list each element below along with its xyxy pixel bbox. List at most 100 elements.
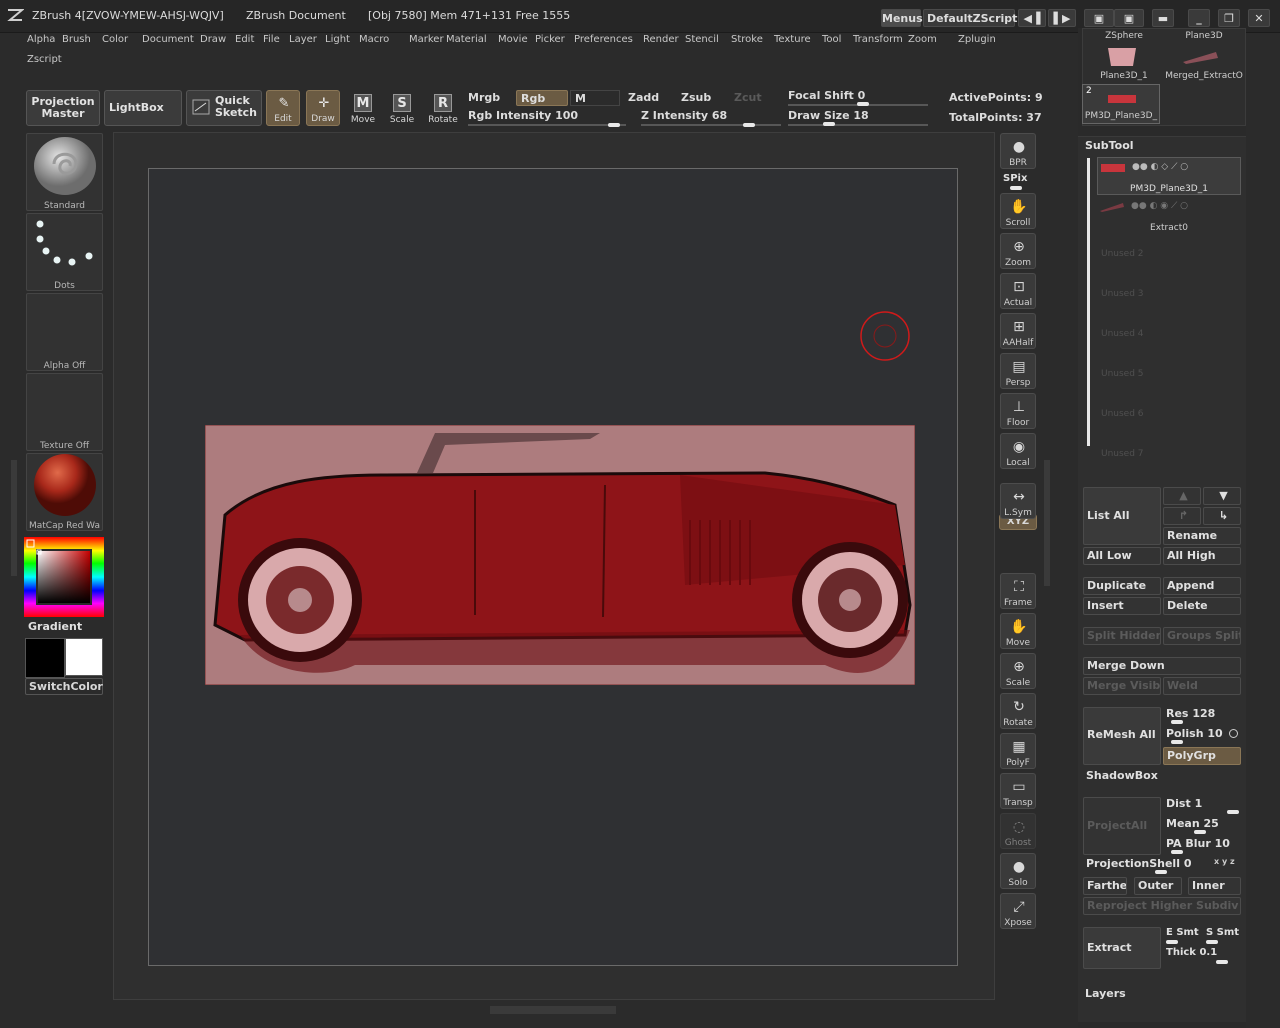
move-tool-button[interactable]: M Move <box>346 90 380 126</box>
unused-subtool-slot[interactable]: Unused 5 <box>1101 369 1144 379</box>
all-high-button[interactable]: All High <box>1163 547 1241 565</box>
menu-movie[interactable]: Movie <box>498 34 528 45</box>
layout-icon[interactable]: ▣ <box>1084 9 1114 27</box>
solo-button[interactable]: ● Solo <box>1000 853 1036 889</box>
close-icon[interactable]: ✕ <box>1248 9 1270 27</box>
transp-button[interactable]: ▭ Transp <box>1000 773 1036 809</box>
thick-slider-knob[interactable] <box>1216 960 1228 964</box>
menu-layer[interactable]: Layer <box>289 34 317 45</box>
left-tray-handle[interactable] <box>11 460 17 576</box>
unused-subtool-slot[interactable]: Unused 2 <box>1101 249 1144 259</box>
draw-tool-button[interactable]: ✛ Draw <box>306 90 340 126</box>
menu-texture[interactable]: Texture <box>774 34 811 45</box>
move-up-icon[interactable]: ▲ <box>1163 487 1201 505</box>
move-down-icon[interactable]: ▼ <box>1203 487 1241 505</box>
default-zscript-button[interactable]: DefaultZScript <box>923 9 1017 27</box>
menu-render[interactable]: Render <box>643 34 679 45</box>
xpose-button[interactable]: ⤢ Xpose <box>1000 893 1036 929</box>
frame-button[interactable]: ⛶ Frame <box>1000 573 1036 609</box>
unused-subtool-slot[interactable]: Unused 3 <box>1101 289 1144 299</box>
minimize-icon[interactable]: _ <box>1188 9 1210 27</box>
merge-visible-button[interactable]: Merge Visible <box>1083 677 1161 695</box>
restore-icon[interactable]: ❐ <box>1218 9 1240 27</box>
rotate-tool-button[interactable]: R Rotate <box>426 90 460 126</box>
brush-thumbnail[interactable]: Standard <box>26 133 103 211</box>
local-button[interactable]: ◉ Local <box>1000 433 1036 469</box>
menu-zplugin[interactable]: Zplugin <box>958 34 996 45</box>
alpha-thumbnail[interactable]: Alpha Off <box>26 293 103 371</box>
menu-macro[interactable]: Macro <box>359 34 389 45</box>
z-intensity-knob[interactable] <box>743 123 755 127</box>
menu-tool[interactable]: Tool <box>822 34 841 45</box>
menus-button[interactable]: Menus <box>881 9 923 27</box>
spix-label[interactable]: SPix <box>1003 173 1027 184</box>
material-thumbnail[interactable]: MatCap Red Wa <box>26 453 103 531</box>
xyz-small-label[interactable]: x y z <box>1214 857 1235 866</box>
scroll-button[interactable]: ✋ Scroll <box>1000 193 1036 229</box>
unused-subtool-slot[interactable]: Unused 6 <box>1101 409 1144 419</box>
outer-button[interactable]: Outer <box>1134 877 1182 895</box>
mean-slider-knob[interactable] <box>1194 830 1206 834</box>
subtool-title[interactable]: SubTool <box>1085 139 1134 152</box>
menu-light[interactable]: Light <box>325 34 350 45</box>
groups-split-button[interactable]: Groups Split <box>1163 627 1241 645</box>
subtool-visibility-icons[interactable]: ●● ◐ ◇ ⟋ ○ <box>1132 162 1188 172</box>
aahalf-button[interactable]: ⊞ AAHalf <box>1000 313 1036 349</box>
polish-slider-knob[interactable] <box>1171 740 1183 744</box>
floor-button[interactable]: ⊥ Floor <box>1000 393 1036 429</box>
layers-panel-title[interactable]: Layers <box>1085 987 1126 1000</box>
menu-brush[interactable]: Brush <box>62 34 91 45</box>
reproject-button[interactable]: Reproject Higher Subdiv <box>1083 897 1241 915</box>
remesh-all-button[interactable]: ReMesh All <box>1083 707 1161 765</box>
scale-tool-button[interactable]: S Scale <box>385 90 419 126</box>
color-picker[interactable] <box>24 537 104 617</box>
menu-document[interactable]: Document <box>142 34 194 45</box>
farthest-button[interactable]: Farthest <box>1083 877 1127 895</box>
menu-zoom[interactable]: Zoom <box>908 34 937 45</box>
texture-thumbnail[interactable]: Texture Off <box>26 373 103 451</box>
spix-knob[interactable] <box>1010 186 1022 190</box>
subtool-scrollbar[interactable] <box>1087 158 1090 446</box>
unused-subtool-slot[interactable]: Unused 7 <box>1101 449 1144 459</box>
delete-button[interactable]: Delete <box>1163 597 1241 615</box>
menu-preferences[interactable]: Preferences <box>574 34 633 45</box>
shadowbox-button[interactable]: ShadowBox <box>1086 769 1158 782</box>
mrgb-toggle[interactable]: Mrgb <box>464 90 516 106</box>
split-hidden-button[interactable]: Split Hidden <box>1083 627 1161 645</box>
stroke-thumbnail[interactable]: Dots <box>26 213 103 291</box>
draw-size-slider[interactable] <box>788 124 928 126</box>
draw-size-knob[interactable] <box>823 122 835 126</box>
res-slider-knob[interactable] <box>1171 720 1183 724</box>
prev-arrows-icon[interactable]: ◀▐ <box>1018 9 1046 27</box>
menu-stencil[interactable]: Stencil <box>685 34 719 45</box>
rotate-button[interactable]: ↻ Rotate <box>1000 693 1036 729</box>
switch-color-button[interactable]: SwitchColor <box>25 678 103 695</box>
tool-thumb-zsphere[interactable]: ZSphere <box>1085 31 1163 41</box>
edit-tool-button[interactable]: ✎ Edit <box>266 90 300 126</box>
main-color-swatch[interactable] <box>25 638 65 678</box>
dist-slider-knob[interactable] <box>1227 810 1239 814</box>
rgb-intensity-knob[interactable] <box>608 123 620 127</box>
subtool-item-pm3d[interactable]: ●● ◐ ◇ ⟋ ○ PM3D_Plane3D_1 <box>1097 157 1241 195</box>
projectall-button[interactable]: ProjectAll <box>1083 797 1161 855</box>
rgb-intensity-slider[interactable] <box>468 124 626 126</box>
polish-circle-icon[interactable] <box>1229 729 1238 738</box>
menu-material[interactable]: Material <box>446 34 487 45</box>
layout2-icon[interactable]: ▣ <box>1114 9 1144 27</box>
inner-button[interactable]: Inner <box>1188 877 1241 895</box>
zadd-toggle[interactable]: Zadd <box>624 90 676 106</box>
ssmt-slider-knob[interactable] <box>1206 940 1218 944</box>
focal-shift-knob[interactable] <box>857 102 869 106</box>
polygrp-toggle[interactable]: PolyGrp <box>1163 747 1241 765</box>
scale-button[interactable]: ⊕ Scale <box>1000 653 1036 689</box>
subtool-visibility-icons[interactable]: ●● ◐ ◉ ⟋ ○ <box>1131 201 1188 211</box>
menu-edit[interactable]: Edit <box>235 34 254 45</box>
zcut-toggle[interactable]: Zcut <box>730 90 782 106</box>
tool-thumb-pm3d-active[interactable]: 2 PM3D_Plane3D_ <box>1082 84 1160 124</box>
subtool-item-extract[interactable]: ●● ◐ ◉ ⟋ ○ Extract0 <box>1097 197 1241 235</box>
next-arrows-icon[interactable]: ▌▶ <box>1048 9 1076 27</box>
rename-button[interactable]: Rename <box>1163 527 1241 545</box>
ghost-button[interactable]: ◌ Ghost <box>1000 813 1036 849</box>
quick-sketch-button[interactable]: Quick Sketch <box>186 90 262 126</box>
unused-subtool-slot[interactable]: Unused 4 <box>1101 329 1144 339</box>
